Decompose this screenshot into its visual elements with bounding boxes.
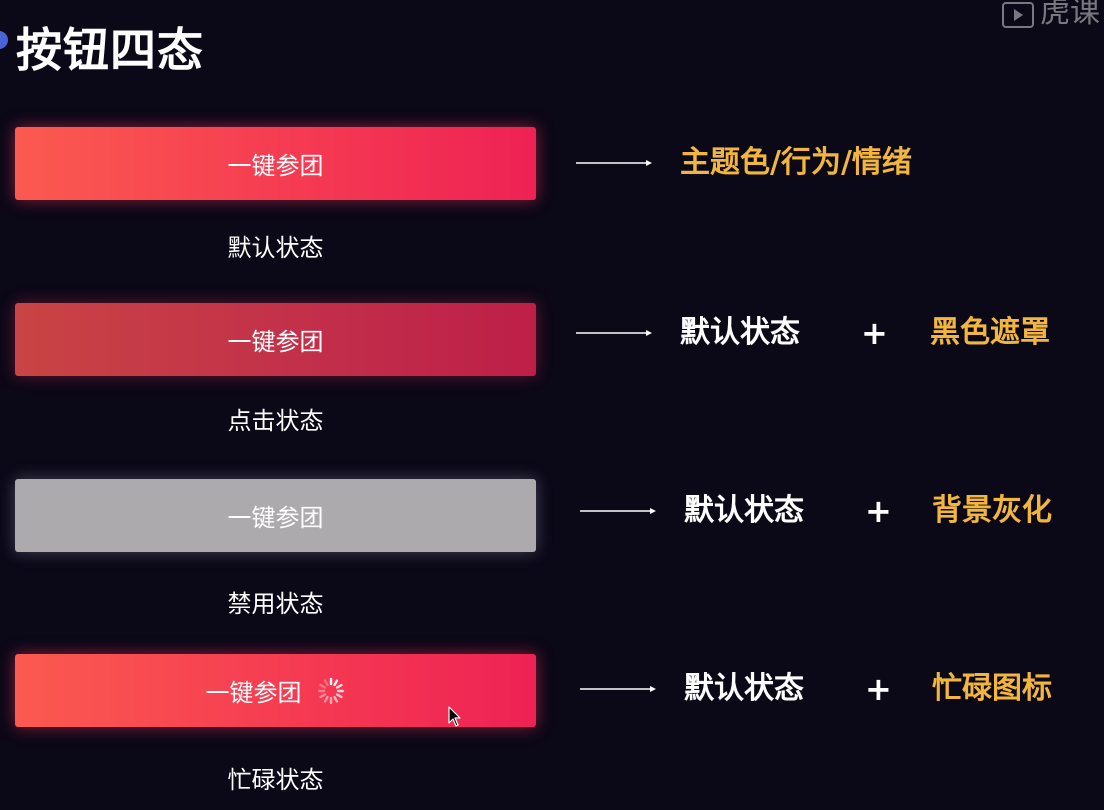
pressed-state-label: 点击状态 <box>227 407 324 435</box>
button-label: 一键参团 <box>205 679 302 707</box>
default-state-label: 默认状态 <box>227 234 324 262</box>
default-state-description: 主题色/行为/情绪 <box>680 145 912 180</box>
arrow-right-icon <box>576 330 652 336</box>
disabled-state-button: 一键参团 <box>15 479 536 552</box>
disabled-state-base: 默认状态 <box>684 493 804 528</box>
pressed-state-modifier: 黑色遮罩 <box>930 315 1050 350</box>
mouse-cursor-icon <box>448 706 461 727</box>
button-label: 一键参团 <box>227 504 324 532</box>
button-label: 一键参团 <box>227 152 324 180</box>
default-state-explanation: 主题色/行为/情绪 <box>576 143 1096 183</box>
loading-state-plus: + <box>865 670 892 708</box>
loading-state-explanation: 默认状态 + 忙碌图标 <box>576 669 1096 709</box>
button-label: 一键参团 <box>227 328 324 356</box>
arrow-right-icon <box>580 686 656 692</box>
default-state-button[interactable]: 一键参团 <box>15 127 536 200</box>
play-logo-icon <box>1002 2 1034 28</box>
loading-spinner-icon <box>317 677 344 704</box>
page-title: 按钮四态 <box>16 23 204 77</box>
title-bullet <box>0 31 8 49</box>
disabled-state-label: 禁用状态 <box>227 590 324 618</box>
disabled-state-plus: + <box>865 492 892 530</box>
pressed-state-plus: + <box>861 314 888 352</box>
disabled-state-modifier: 背景灰化 <box>932 493 1052 528</box>
loading-state-base: 默认状态 <box>684 671 804 706</box>
pressed-state-base: 默认状态 <box>680 315 800 350</box>
watermark-logo: 虎课 <box>1000 0 1104 30</box>
loading-state-modifier: 忙碌图标 <box>932 671 1052 706</box>
pressed-state-explanation: 默认状态 + 黑色遮罩 <box>576 313 1096 353</box>
pressed-state-button[interactable]: 一键参团 <box>15 303 536 376</box>
watermark-text: 虎课 <box>1040 0 1100 30</box>
loading-state-label: 忙碌状态 <box>227 766 324 794</box>
arrow-right-icon <box>576 160 652 166</box>
arrow-right-icon <box>580 508 656 514</box>
disabled-state-explanation: 默认状态 + 背景灰化 <box>576 491 1096 531</box>
